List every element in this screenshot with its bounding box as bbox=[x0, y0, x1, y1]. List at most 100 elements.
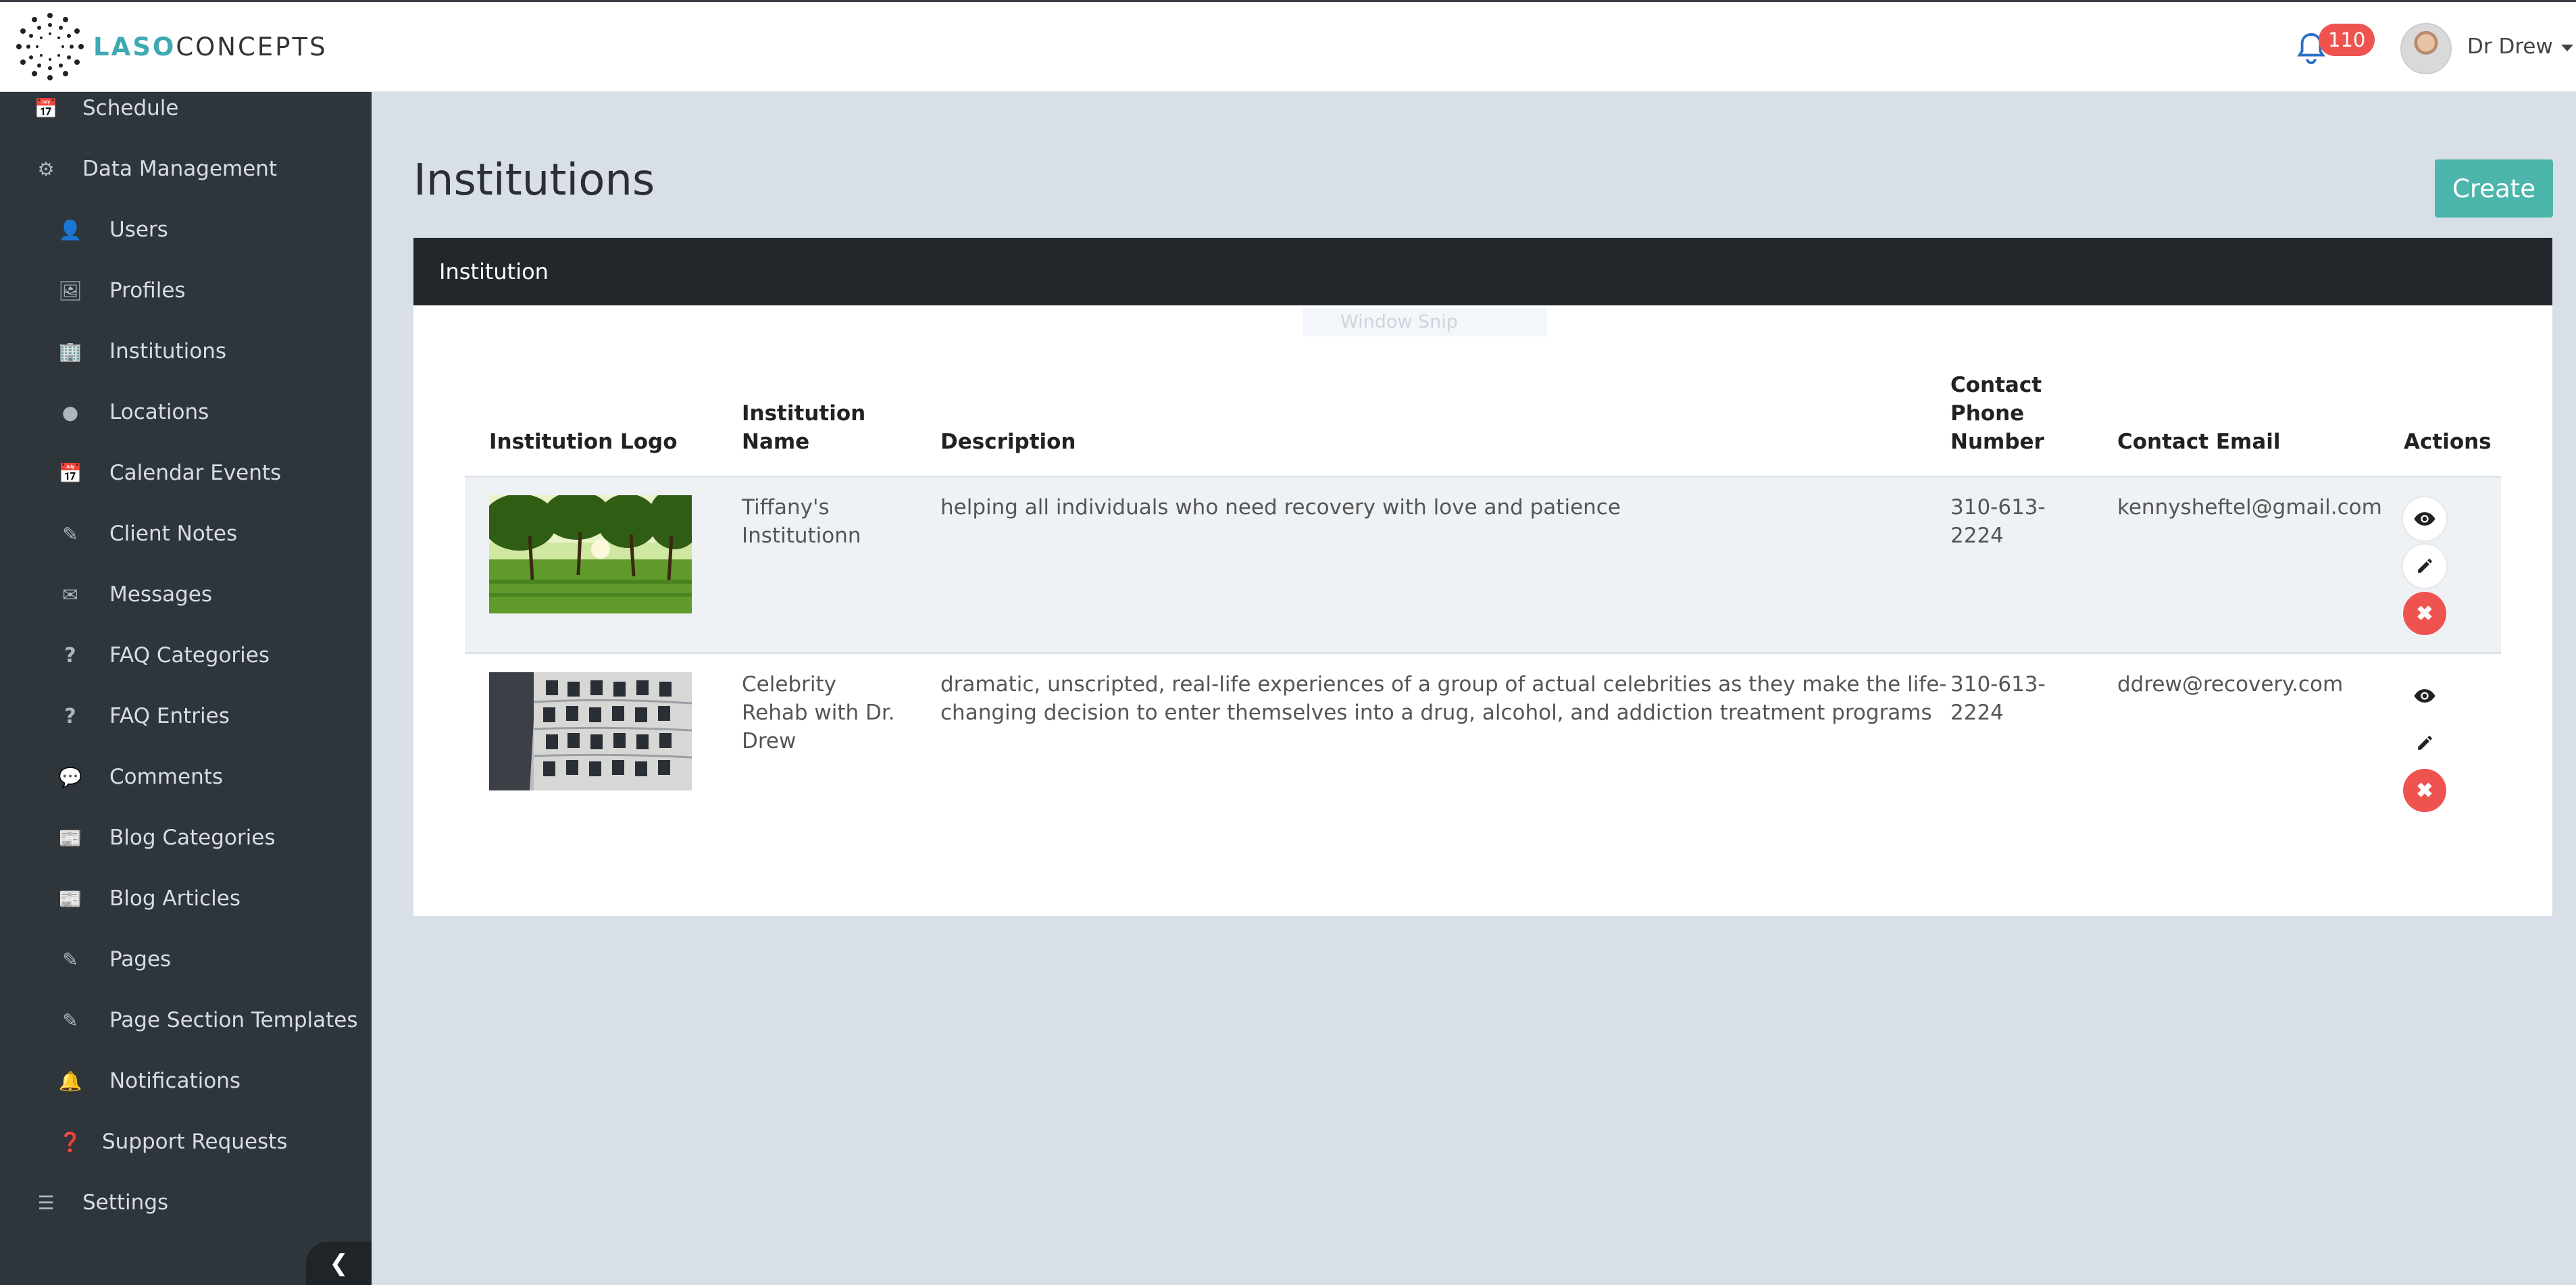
institution-name-line: Celebrity bbox=[742, 672, 836, 697]
notifications-button[interactable]: 110 bbox=[2296, 24, 2377, 71]
user-menu[interactable]: Dr Drew bbox=[2467, 34, 2573, 59]
delete-button[interactable]: ✖ bbox=[2403, 769, 2446, 812]
brand-name-rest: CONCEPTS bbox=[176, 32, 328, 61]
contact-phone: 310-613- 2224 bbox=[1950, 670, 2046, 727]
edit-icon: ✎ bbox=[62, 1009, 78, 1032]
card-header: Institution bbox=[413, 238, 2552, 305]
sidebar-item-label: Comments bbox=[109, 765, 224, 789]
sidebar-item-faq-entries[interactable]: ? FAQ Entries bbox=[0, 689, 372, 743]
create-button[interactable]: Create bbox=[2435, 159, 2553, 218]
comments-icon: 💬 bbox=[58, 765, 82, 788]
institution-logo-image bbox=[489, 672, 692, 790]
brand-name-accent: LASO bbox=[93, 32, 176, 61]
contact-email: kennysheftel@gmail.com bbox=[2117, 495, 2382, 520]
sidebar-item-page-section-templates[interactable]: ✎ Page Section Templates bbox=[0, 993, 372, 1047]
page-title: Institutions bbox=[413, 155, 655, 205]
calendar-icon: 📅 bbox=[34, 97, 58, 120]
col-header-phone-line: Contact bbox=[1950, 373, 2042, 397]
sidebar-item-messages[interactable]: ✉ Messages bbox=[0, 568, 372, 622]
institution-name-line: Drew bbox=[742, 729, 797, 753]
delete-button[interactable]: ✖ bbox=[2403, 592, 2446, 635]
sidebar-item-label: Support Requests bbox=[102, 1130, 288, 1154]
institution-name: Celebrity Rehab with Dr. Drew bbox=[742, 670, 895, 755]
institution-logo-image bbox=[489, 495, 692, 613]
view-button[interactable] bbox=[2403, 674, 2446, 717]
institution-description: helping all individuals who need recover… bbox=[940, 493, 1621, 522]
phone-line: 2224 bbox=[1950, 524, 2004, 548]
sidebar-item-label: Users bbox=[109, 218, 168, 242]
building-icon: 🏢 bbox=[58, 340, 82, 363]
avatar[interactable] bbox=[2400, 23, 2452, 74]
question-icon: ? bbox=[64, 643, 76, 667]
sidebar-item-client-notes[interactable]: ✎ Client Notes bbox=[0, 507, 372, 561]
institution-name: Tiffany's Institutionn bbox=[742, 493, 861, 550]
sidebar-item-label: Pages bbox=[109, 947, 172, 972]
sidebar-item-label: Profiles bbox=[109, 278, 186, 303]
envelope-icon: ✉ bbox=[62, 583, 78, 606]
edit-button[interactable] bbox=[2403, 545, 2446, 588]
card-title: Institution bbox=[439, 259, 549, 284]
pencil-icon bbox=[2418, 735, 2433, 750]
institution-name-line: Rehab with Dr. bbox=[742, 701, 895, 725]
sidebar-item-comments[interactable]: 💬 Comments bbox=[0, 750, 372, 804]
view-button[interactable] bbox=[2403, 497, 2446, 540]
sidebar-item-profiles[interactable]: 🖼 Profiles bbox=[0, 263, 372, 318]
phone-line: 310-613- bbox=[1950, 672, 2046, 697]
chevron-left-icon: ❮ bbox=[329, 1250, 349, 1277]
sidebar-item-label: Client Notes bbox=[109, 522, 238, 546]
col-header-name[interactable]: Institution Name bbox=[742, 399, 865, 456]
sidebar-item-label: Locations bbox=[109, 400, 209, 424]
pencil-icon bbox=[2418, 558, 2433, 573]
caret-down-icon bbox=[2560, 44, 2573, 51]
description-line: helping all individuals who need recover… bbox=[940, 495, 1621, 520]
window-snip-overlay: Window Snip bbox=[1303, 308, 1547, 336]
sidebar-item-institutions[interactable]: 🏢 Institutions bbox=[0, 324, 372, 378]
sidebar-item-data-management[interactable]: ⚙ Data Management bbox=[0, 142, 372, 196]
edit-icon: ✎ bbox=[62, 948, 78, 971]
sidebar-collapse-button[interactable]: ❮ bbox=[306, 1242, 372, 1285]
institution-name-line: Tiffany's bbox=[742, 495, 830, 520]
sidebar-item-label: FAQ Categories bbox=[109, 643, 270, 667]
col-header-phone-line: Phone bbox=[1950, 401, 2025, 426]
sidebar-item-calendar-events[interactable]: 📅 Calendar Events bbox=[0, 446, 372, 500]
description-line: dramatic, unscripted, real-life experien… bbox=[940, 672, 1947, 697]
sidebar-item-support-requests[interactable]: ❓ Support Requests bbox=[0, 1115, 372, 1169]
sidebar-item-label: Notifications bbox=[109, 1069, 241, 1093]
sidebar-item-schedule[interactable]: 📅 Schedule bbox=[0, 81, 372, 135]
brand-logo[interactable]: LASOCONCEPTS bbox=[15, 11, 328, 82]
newspaper-icon: 📰 bbox=[58, 826, 82, 849]
col-header-logo[interactable]: Institution Logo bbox=[489, 428, 678, 456]
sidebar-item-users[interactable]: 👤 Users bbox=[0, 203, 372, 257]
col-header-name-line: Institution bbox=[742, 401, 866, 426]
top-navbar: LASOCONCEPTS 110 Dr Drew bbox=[0, 0, 2576, 92]
institutions-card: Institution Window Snip Institution Logo… bbox=[413, 238, 2552, 916]
image-icon: 🖼 bbox=[58, 279, 82, 302]
col-header-phone-line: Number bbox=[1950, 430, 2044, 454]
eye-icon bbox=[2414, 689, 2435, 703]
calendar-icon: 📅 bbox=[58, 461, 82, 484]
newspaper-icon: 📰 bbox=[58, 887, 82, 910]
sidebar-item-label: Schedule bbox=[82, 96, 179, 120]
gear-icon: ⚙ bbox=[37, 157, 55, 180]
sidebar: 📅 Schedule ⚙ Data Management 👤 Users 🖼 Profiles… bbox=[0, 92, 372, 1285]
col-header-email[interactable]: Contact Email bbox=[2117, 428, 2281, 456]
sidebar-item-pages[interactable]: ✎ Pages bbox=[0, 932, 372, 986]
sidebar-item-faq-categories[interactable]: ? FAQ Categories bbox=[0, 628, 372, 682]
sidebar-item-label: Page Section Templates bbox=[109, 1008, 358, 1032]
institution-name-line: Institutionn bbox=[742, 524, 861, 548]
brand-name: LASOCONCEPTS bbox=[93, 32, 328, 61]
col-header-name-line: Name bbox=[742, 430, 810, 454]
map-marker-icon: ● bbox=[61, 401, 79, 424]
edit-button[interactable] bbox=[2403, 722, 2446, 765]
col-header-description[interactable]: Description bbox=[940, 428, 1076, 456]
sidebar-item-blog-categories[interactable]: 📰 Blog Categories bbox=[0, 811, 372, 865]
question-icon: ? bbox=[64, 704, 76, 728]
contact-email: ddrew@recovery.com bbox=[2117, 672, 2344, 697]
bell-icon: 🔔 bbox=[58, 1069, 82, 1092]
sidebar-item-notifications[interactable]: 🔔 Notifications bbox=[0, 1054, 372, 1108]
sidebar-item-locations[interactable]: ● Locations bbox=[0, 385, 372, 439]
col-header-phone[interactable]: Contact Phone Number bbox=[1950, 371, 2044, 456]
sidebar-item-settings[interactable]: ☰ Settings bbox=[0, 1176, 372, 1230]
sidebar-item-blog-articles[interactable]: 📰 Blog Articles bbox=[0, 872, 372, 926]
sidebar-item-label: Data Management bbox=[82, 157, 278, 181]
